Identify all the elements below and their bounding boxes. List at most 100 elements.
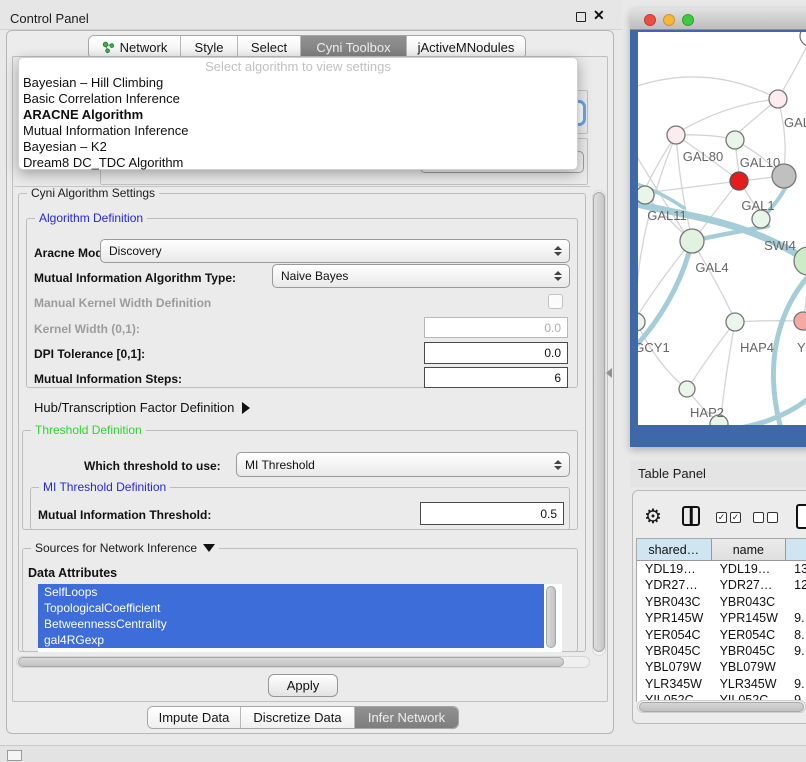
cell[interactable]: YPR145W: [637, 610, 712, 626]
cell[interactable]: [786, 594, 806, 610]
splitter-handle[interactable]: [606, 368, 612, 378]
tab-discretize-data[interactable]: Discretize Data: [241, 707, 355, 728]
column-header-shared-name[interactable]: shared…: [637, 539, 712, 560]
cell[interactable]: YER054C: [637, 627, 712, 643]
node-gal4[interactable]: [680, 229, 704, 253]
node-gal10[interactable]: [726, 131, 744, 149]
hub-definition-toggle[interactable]: Hub/Transcription Factor Definition: [34, 400, 250, 415]
zoom-button[interactable]: [682, 14, 694, 26]
which-threshold-select[interactable]: MI Threshold: [236, 452, 570, 477]
cell[interactable]: 9.: [786, 610, 806, 626]
apply-button[interactable]: Apply: [268, 674, 338, 697]
network-window-titlebar[interactable]: [630, 8, 806, 30]
table-hscrollbar-thumb[interactable]: [639, 702, 804, 712]
table-row[interactable]: YBR043C YBR043C: [637, 594, 806, 610]
node-gal11[interactable]: [638, 186, 654, 204]
settings-hscrollbar-thumb[interactable]: [18, 657, 564, 667]
table-row[interactable]: YBR045C YBR045C 9.: [637, 643, 806, 659]
tab-network[interactable]: Network: [89, 36, 181, 58]
close-icon[interactable]: ✕: [593, 7, 605, 24]
attribute-list-scrollbar[interactable]: [546, 586, 556, 648]
cell[interactable]: 12: [786, 577, 806, 593]
node-gal80[interactable]: [667, 126, 685, 144]
cell[interactable]: YER054C: [712, 627, 787, 643]
settings-vscrollbar-thumb[interactable]: [593, 192, 605, 652]
cell[interactable]: YDL19…: [712, 561, 787, 577]
cell[interactable]: YLR345W: [712, 676, 787, 692]
table-panel-title: Table Panel: [638, 466, 706, 481]
cell[interactable]: [786, 659, 806, 675]
expand-arrow-icon[interactable]: [203, 544, 215, 552]
tab-jactivemnodules[interactable]: jActiveMNodules: [407, 36, 525, 58]
algorithm-option[interactable]: Basic Correlation Inference: [19, 91, 577, 107]
unchecked-box-icon: [753, 512, 764, 523]
attribute-item-selected[interactable]: gal4RGexp: [38, 632, 544, 648]
table-row[interactable]: YDL19… YDL19… 13: [637, 561, 806, 577]
algorithm-option[interactable]: Mutual Information Inference: [19, 123, 577, 139]
mi-threshold-group-title: MI Threshold Definition: [39, 480, 170, 494]
tab-cyni-toolbox[interactable]: Cyni Toolbox: [301, 36, 407, 58]
table-row[interactable]: YDR27… YDR27… 12: [637, 577, 806, 593]
cell[interactable]: YDR27…: [712, 577, 787, 593]
manual-kernel-checkbox[interactable]: [548, 294, 563, 309]
mi-type-select[interactable]: Naive Bayes: [272, 264, 570, 288]
tab-infer-network[interactable]: Infer Network: [355, 707, 458, 728]
algorithm-option[interactable]: Dream8 DC_TDC Algorithm: [19, 155, 577, 171]
cell[interactable]: YBL079W: [712, 659, 787, 675]
cell[interactable]: 9.: [786, 676, 806, 692]
mi-threshold-field[interactable]: 0.5: [420, 502, 564, 525]
dpi-tolerance-field[interactable]: 0.0: [424, 342, 568, 364]
minimize-button[interactable]: [663, 14, 675, 26]
cell[interactable]: 9.: [786, 643, 806, 659]
node-gal-partial[interactable]: [769, 90, 787, 108]
node-gal1[interactable]: [730, 172, 748, 190]
collapsed-panel-icon[interactable]: [7, 750, 22, 761]
table-row[interactable]: YER054C YER054C 8.: [637, 627, 806, 643]
attribute-item-selected[interactable]: TopologicalCoefficient: [38, 600, 544, 616]
column-header-name[interactable]: name: [712, 539, 787, 560]
hide-all-columns-icon[interactable]: [753, 512, 778, 523]
attribute-item-selected[interactable]: BetweennessCentrality: [38, 616, 544, 632]
cell[interactable]: 13: [786, 561, 806, 577]
table-row[interactable]: YBL079W YBL079W: [637, 659, 806, 675]
cell[interactable]: YBR045C: [712, 643, 787, 659]
node-hap2[interactable]: [679, 381, 695, 397]
node-label: GAL10: [740, 155, 780, 170]
kernel-width-field[interactable]: 0.0: [424, 317, 568, 338]
aracne-mode-select[interactable]: Discovery: [100, 239, 570, 263]
network-canvas[interactable]: GAL GAL80 GAL10 GAL1 GAL11 SWI4 GAL4 GCY…: [638, 32, 806, 425]
cell[interactable]: YPR145W: [712, 610, 787, 626]
show-all-columns-icon[interactable]: ✓ ✓: [716, 512, 741, 523]
node-hap4[interactable]: [726, 313, 744, 331]
cell[interactable]: YBR043C: [637, 594, 712, 610]
table-row[interactable]: YPR145W YPR145W 9.: [637, 610, 806, 626]
page-icon[interactable]: [796, 504, 806, 529]
float-window-icon[interactable]: [576, 12, 586, 22]
node[interactable]: [800, 32, 806, 46]
node-salmon[interactable]: [794, 312, 806, 330]
gear-icon[interactable]: ⚙: [644, 504, 662, 529]
algorithm-option[interactable]: Bayesian – K2: [19, 139, 577, 155]
tab-discretize-data-label: Discretize Data: [253, 710, 341, 725]
node-gcy1[interactable]: [638, 313, 645, 331]
cell[interactable]: YBR043C: [712, 594, 787, 610]
cell[interactable]: YBL079W: [637, 659, 712, 675]
algorithm-option[interactable]: Bayesian – Hill Climbing: [19, 75, 577, 91]
which-threshold-value: MI Threshold: [245, 458, 315, 472]
column-header-partial[interactable]: [786, 539, 806, 560]
split-columns-icon[interactable]: [682, 506, 700, 526]
table-row[interactable]: YLR345W YLR345W 9.: [637, 676, 806, 692]
cell[interactable]: 8.: [786, 627, 806, 643]
close-button[interactable]: [644, 14, 656, 26]
tab-select[interactable]: Select: [238, 36, 301, 58]
cell[interactable]: YDL19…: [637, 561, 712, 577]
cell[interactable]: YLR345W: [637, 676, 712, 692]
algorithm-option-selected[interactable]: ARACNE Algorithm: [19, 107, 577, 123]
cell[interactable]: YDR27…: [637, 577, 712, 593]
mi-steps-field[interactable]: 6: [424, 367, 568, 388]
tab-style[interactable]: Style: [181, 36, 238, 58]
attribute-item-selected[interactable]: SelfLoops: [38, 584, 544, 600]
cell[interactable]: YBR045C: [637, 643, 712, 659]
node-label: GCY1: [638, 340, 670, 355]
tab-impute-data[interactable]: Impute Data: [148, 707, 241, 728]
